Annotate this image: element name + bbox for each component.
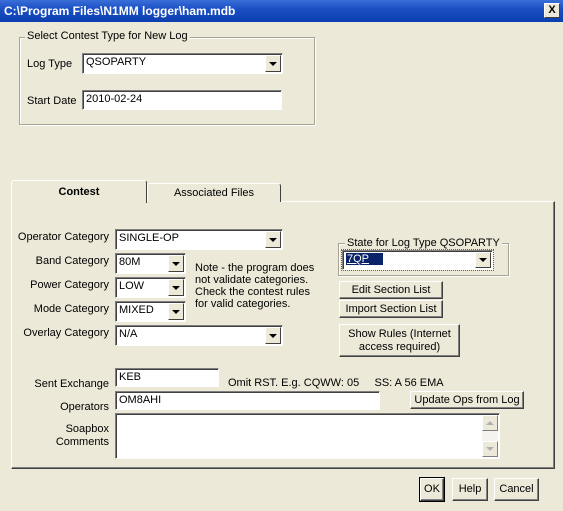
soapbox-label: Soapbox: [65, 423, 109, 435]
power-category-select[interactable]: LOW: [115, 277, 186, 298]
operator-category-dropdown-button[interactable]: [265, 231, 281, 248]
import-section-list-button[interactable]: Import Section List: [339, 300, 443, 318]
show-rules-button[interactable]: Show Rules (Internet access required): [339, 324, 460, 357]
power-category-dropdown-button[interactable]: [168, 279, 184, 296]
chevron-down-icon: [172, 261, 180, 266]
note-line: Note - the program does: [195, 262, 315, 274]
title-bar: C:\Program Files\N1MM logger\ham.mdb X: [0, 0, 563, 22]
chevron-down-icon: [269, 237, 277, 242]
window-title: C:\Program Files\N1MM logger\ham.mdb: [4, 4, 236, 18]
chevron-down-icon: [269, 333, 277, 338]
overlay-category-select[interactable]: N/A: [115, 325, 283, 346]
operators-input[interactable]: OM8AHI: [115, 391, 380, 410]
tab-associated-files[interactable]: Associated Files: [147, 183, 281, 202]
state-value: 7QP: [346, 253, 384, 265]
edit-section-list-label: Edit Section List: [351, 283, 431, 296]
note-line: for valid categories.: [195, 298, 291, 310]
start-date-input[interactable]: 2010-02-24: [82, 90, 282, 110]
mode-category-dropdown-button[interactable]: [168, 303, 184, 320]
mode-category-select[interactable]: MIXED: [115, 301, 186, 322]
tab-contest-label: Contest: [58, 186, 100, 198]
show-rules-label: Show Rules (Internet: [348, 327, 451, 340]
new-log-group-title: Select Contest Type for New Log: [25, 30, 190, 42]
start-date-label: Start Date: [27, 95, 77, 107]
sent-exchange-label: Sent Exchange: [34, 378, 109, 390]
mode-category-value: MIXED: [119, 304, 154, 316]
operators-label: Operators: [60, 401, 109, 413]
soapbox-textarea[interactable]: [115, 413, 500, 459]
overlay-category-value: N/A: [119, 328, 138, 340]
edit-section-list-button[interactable]: Edit Section List: [339, 281, 443, 299]
sent-exchange-input[interactable]: KEB: [115, 368, 219, 387]
mode-category-label: Mode Category: [33, 303, 109, 315]
operator-category-select[interactable]: SINGLE-OP: [115, 229, 283, 250]
import-section-list-label: Import Section List: [345, 302, 437, 315]
help-button[interactable]: Help: [452, 478, 488, 501]
tab-join-mask: [12, 200, 146, 203]
state-dropdown-button[interactable]: [475, 252, 491, 268]
update-ops-label: Update Ops from Log: [414, 393, 520, 406]
chevron-down-icon: [479, 258, 487, 262]
state-group-title: State for Log Type QSOPARTY: [345, 237, 502, 249]
tab-associated-files-label: Associated Files: [173, 187, 255, 199]
ok-label: OK: [424, 483, 440, 495]
chevron-down-icon: [172, 285, 180, 290]
cancel-button[interactable]: Cancel: [494, 478, 539, 501]
sent-exchange-value: KEB: [119, 371, 142, 383]
close-button[interactable]: X: [544, 3, 560, 18]
help-label: Help: [458, 483, 482, 495]
log-type-value: QSOPARTY: [86, 56, 147, 68]
ok-button[interactable]: OK: [419, 477, 445, 502]
chevron-down-icon: [269, 61, 277, 66]
log-type-dropdown-button[interactable]: [265, 55, 281, 72]
show-rules-label-2: access required): [358, 340, 441, 353]
scroll-down-button[interactable]: [482, 441, 498, 457]
state-select[interactable]: 7QP: [341, 249, 494, 271]
scroll-down-icon: [486, 447, 494, 451]
log-type-label: Log Type: [27, 58, 73, 70]
scroll-up-button[interactable]: [482, 415, 498, 431]
power-category-value: LOW: [119, 280, 145, 292]
overlay-category-dropdown-button[interactable]: [265, 327, 281, 344]
soapbox-label-2: Comments: [55, 436, 109, 448]
sent-exchange-hint: Omit RST. E.g. CQWW: 05 SS: A 56 EMA: [228, 377, 444, 389]
operator-category-value: SINGLE-OP: [119, 232, 179, 244]
band-category-value: 80M: [119, 256, 141, 268]
overlay-category-label: Overlay Category: [23, 327, 109, 339]
new-log-group: [19, 37, 315, 125]
category-note: Note - the program does not validate cat…: [195, 262, 314, 310]
scroll-up-icon: [486, 421, 494, 425]
soapbox-scrollbar[interactable]: [482, 415, 498, 457]
close-icon: X: [548, 4, 556, 16]
chevron-down-icon: [172, 309, 180, 314]
update-ops-button[interactable]: Update Ops from Log: [410, 391, 524, 409]
band-category-select[interactable]: 80M: [115, 253, 186, 274]
log-type-select[interactable]: QSOPARTY: [82, 53, 283, 74]
start-date-value: 2010-02-24: [86, 93, 143, 105]
band-category-label: Band Category: [35, 255, 109, 267]
power-category-label: Power Category: [30, 279, 109, 291]
operators-value: OM8AHI: [119, 394, 162, 406]
cancel-label: Cancel: [499, 483, 534, 495]
operator-category-label: Operator Category: [17, 231, 109, 243]
note-line: not validate categories.: [195, 274, 309, 286]
band-category-dropdown-button[interactable]: [168, 255, 184, 272]
note-line: Check the contest rules: [195, 286, 310, 298]
